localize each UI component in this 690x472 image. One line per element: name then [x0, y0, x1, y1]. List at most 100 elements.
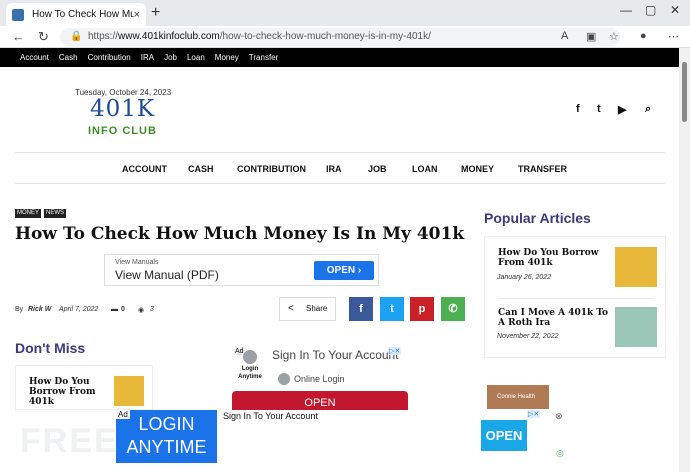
online-login-text: Online Login [294, 374, 345, 384]
verified-icon: ◎ [556, 448, 564, 458]
topnav-job[interactable]: Job [164, 53, 177, 62]
close-ad-icon[interactable]: ⊗ [555, 411, 563, 422]
view-manuals-ad[interactable]: View Manuals View Manual (PDF) OPEN › [104, 254, 379, 286]
logo-sub[interactable]: INFO CLUB [88, 125, 157, 137]
popular-item-title[interactable]: How Do You Borrow From 401k [498, 248, 608, 268]
connie-health-ad[interactable]: Connie Health [487, 385, 549, 409]
back-icon[interactable]: ← [12, 29, 25, 44]
user-avatar-icon [243, 350, 257, 364]
article-date: April 7, 2022 [59, 306, 99, 313]
url-domain: www.401kinfoclub.com [118, 31, 220, 42]
browser-tab[interactable]: How To Check How Much Mone × [6, 3, 146, 26]
login-anytime-text: Login Anytime [238, 366, 262, 380]
views-eye-icon: ◉ [138, 307, 145, 314]
popular-item-thumbnail[interactable] [615, 307, 657, 347]
share-twitter-icon[interactable]: t [380, 297, 404, 321]
maximize-icon[interactable]: ▢ [645, 3, 656, 17]
nav-ira[interactable]: IRA [326, 164, 342, 174]
share-facebook-icon[interactable]: f [349, 297, 373, 321]
search-icon[interactable]: ⌕ [645, 103, 651, 116]
comment-count[interactable]: 0 [121, 306, 125, 313]
refresh-icon[interactable]: ↻ [38, 29, 49, 45]
topnav-cash[interactable]: Cash [59, 53, 78, 62]
read-aloud-icon[interactable]: A [561, 30, 568, 42]
ad-label: Ad [116, 410, 130, 419]
author-link[interactable]: Rick W [28, 306, 51, 313]
topnav-account[interactable]: Account [20, 53, 49, 62]
share-whatsapp-icon[interactable]: ✆ [441, 297, 465, 321]
topnav-money[interactable]: Money [215, 53, 239, 62]
tag-money[interactable]: MONEY [15, 209, 42, 218]
watermark-text: FREE [20, 422, 119, 460]
nav-transfer[interactable]: TRANSFER [518, 164, 567, 174]
url-prefix: https:// [88, 31, 119, 42]
article-title: How To Check How Much Money Is In My 401… [15, 224, 465, 244]
divider [498, 298, 654, 299]
popular-item-date: November 22, 2022 [497, 333, 559, 340]
logo-main[interactable]: 401K [90, 96, 155, 122]
sign-in-headline: Sign In To Your Account [272, 348, 399, 362]
tab-close-icon[interactable]: × [134, 9, 140, 21]
comment-icon: ▬ [111, 306, 118, 313]
byline-label: By [15, 306, 24, 313]
dont-miss-thumbnail[interactable] [114, 376, 144, 406]
ad-close-icon[interactable]: ▷✕ [388, 347, 402, 355]
minimize-icon[interactable]: — [620, 3, 632, 17]
lock-icon: 🔒 [70, 31, 83, 42]
browser-tab-bar: How To Check How Much Mone × + — ▢ ✕ [0, 0, 690, 26]
login-anytime-banner[interactable]: LOGIN ANYTIME Ad [116, 410, 217, 463]
top-nav: Account Cash Contribution IRA Job Loan M… [0, 48, 679, 67]
popular-articles-card: How Do You Borrow From 401k January 26, … [484, 236, 666, 358]
view-count: 3 [150, 306, 154, 313]
tab-title: How To Check How Much Mone [32, 9, 134, 20]
scrollbar-thumb[interactable] [682, 62, 687, 122]
bottom-banner-ad[interactable]: FREE LOGIN ANYTIME Ad Sign In To Your Ac… [0, 410, 679, 472]
favorite-star-icon[interactable]: ☆ [609, 30, 619, 43]
nav-account[interactable]: ACCOUNT [122, 164, 167, 174]
popular-articles-heading: Popular Articles [484, 210, 591, 226]
new-tab-icon[interactable]: + [151, 4, 160, 22]
popular-item-title[interactable]: Can I Move A 401k To A Roth Ira [498, 308, 613, 328]
share-pinterest-icon[interactable]: p [410, 297, 434, 321]
topnav-transfer[interactable]: Transfer [249, 53, 279, 62]
login-ad-open-button[interactable]: OPEN [232, 391, 408, 411]
bottom-ad-open-button[interactable]: OPEN [481, 420, 527, 451]
nav-cash[interactable]: CASH [188, 164, 214, 174]
login-ad[interactable]: Ad Login Anytime Sign In To Your Account… [232, 347, 408, 411]
ad-choices-icon[interactable]: ▷✕ [527, 410, 541, 418]
nav-loan[interactable]: LOAN [412, 164, 438, 174]
facebook-icon[interactable]: f [576, 103, 580, 115]
dont-miss-heading: Don't Miss [15, 340, 86, 356]
dont-miss-card[interactable]: How Do You Borrow From 401k [15, 365, 153, 410]
nav-contribution[interactable]: CONTRIBUTION [237, 164, 306, 174]
main-nav: ACCOUNT CASH CONTRIBUTION IRA JOB LOAN M… [15, 152, 665, 184]
ad-headline: View Manual (PDF) [115, 268, 219, 282]
popular-item-thumbnail[interactable] [615, 247, 657, 287]
topnav-loan[interactable]: Loan [187, 53, 205, 62]
address-bar-row: ← ↻ 🔒 https://www.401kinfoclub.com/how-t… [0, 26, 690, 48]
sign-in-headline: Sign In To Your Account [223, 411, 318, 421]
youtube-icon[interactable]: ▶ [618, 103, 626, 116]
share-button[interactable]: < Share [279, 297, 336, 321]
connie-health-label: Connie Health [497, 394, 536, 400]
dont-miss-title[interactable]: How Do You Borrow From 401k [29, 377, 109, 407]
profile-icon[interactable]: ● [640, 30, 647, 42]
login-anytime-text: LOGIN ANYTIME [126, 414, 207, 457]
ad-open-button[interactable]: OPEN › [314, 261, 374, 280]
nav-money[interactable]: MONEY [461, 164, 494, 174]
twitter-icon[interactable]: t [597, 103, 601, 115]
close-window-icon[interactable]: ✕ [670, 3, 680, 17]
topnav-ira[interactable]: IRA [141, 53, 154, 62]
url-field[interactable]: 🔒 https://www.401kinfoclub.com/how-to-ch… [60, 28, 620, 46]
url-path: /how-to-check-how-much-money-is-in-my-40… [219, 31, 431, 42]
more-menu-icon[interactable]: ⋯ [668, 30, 679, 43]
topnav-contribution[interactable]: Contribution [88, 53, 131, 62]
share-label: Share [306, 304, 328, 313]
nav-job[interactable]: JOB [368, 164, 387, 174]
favicon-icon [12, 8, 24, 21]
share-icon: < [288, 303, 294, 314]
online-login-avatar-icon [278, 373, 290, 385]
reader-icon[interactable]: ▣ [586, 30, 596, 43]
popular-item-date: January 26, 2022 [497, 274, 552, 281]
tag-news[interactable]: NEWS [44, 209, 66, 218]
